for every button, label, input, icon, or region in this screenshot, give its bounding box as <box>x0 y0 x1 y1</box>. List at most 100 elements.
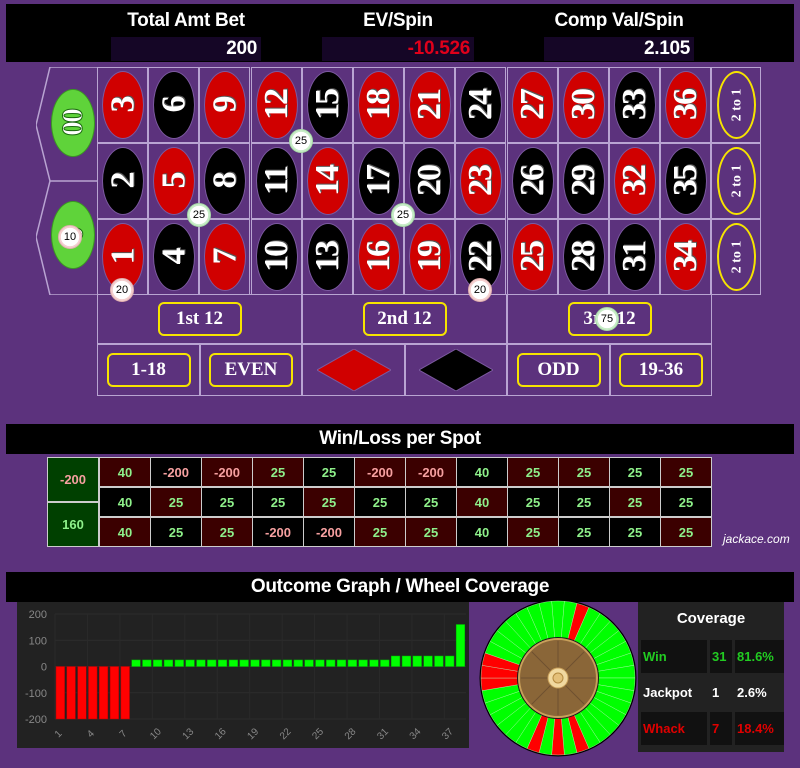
bet-spot-10[interactable]: 10 <box>250 219 302 295</box>
bet-spot-28[interactable]: 28 <box>557 219 609 295</box>
x-tick-label: 22 <box>278 726 294 742</box>
winloss-cell-7: 25 <box>202 518 252 546</box>
bet-spot-3[interactable]: 3 <box>97 67 148 143</box>
bet-spot-14[interactable]: 14 <box>301 143 353 219</box>
bet-spot-16[interactable]: 16 <box>353 219 404 295</box>
bet-spot-29[interactable]: 29 <box>557 143 609 219</box>
y-tick-label: 100 <box>29 635 47 647</box>
chip[interactable]: 20 <box>468 278 492 302</box>
number-label: 15 <box>308 90 346 120</box>
bet-spot-4[interactable]: 4 <box>148 219 200 295</box>
stats-header: Total Amt Bet 200 EV/Spin -10.526 Comp V… <box>6 4 794 62</box>
number-oval: 5 <box>153 147 196 215</box>
x-tick-label: 25 <box>310 726 326 742</box>
number-label: 20 <box>411 166 449 196</box>
winloss-cell-6: -200 <box>151 458 201 486</box>
winloss-cell-22: 40 <box>457 518 507 546</box>
bet-spot-30[interactable]: 30 <box>557 67 609 143</box>
number-oval: 9 <box>204 71 247 139</box>
number-oval: 35 <box>665 147 708 215</box>
winloss-cell-14: 25 <box>304 488 354 516</box>
number-oval: 4 <box>153 223 196 291</box>
bar-17 <box>228 659 238 667</box>
bet-spot-35[interactable]: 35 <box>660 143 712 219</box>
bar-1 <box>55 666 65 720</box>
number-oval: 27 <box>511 71 554 139</box>
bet-column-1[interactable]: 2 to 1 <box>711 219 762 295</box>
winloss-grid: -200 160 40 -200 -200 25 25 -200 -200 40 25 25 25 2… <box>47 457 712 547</box>
bet-spot-23[interactable]: 23 <box>455 143 507 219</box>
number-label: 9 <box>206 97 244 113</box>
odd-label: ODD <box>516 353 601 387</box>
bet-spot-13[interactable]: 13 <box>301 219 353 295</box>
winloss-cell-0: 160 <box>48 503 98 546</box>
bet-spot-11[interactable]: 11 <box>250 143 302 219</box>
bet-spot-18[interactable]: 18 <box>353 67 404 143</box>
coverage-table: Coverage Win 31 81.6% Jackpot 1 2.6% Wha… <box>638 602 784 752</box>
number-label: 36 <box>667 90 705 120</box>
bet-spot-31[interactable]: 31 <box>609 219 660 295</box>
bet-1st-12[interactable]: 1st 12 <box>97 294 302 344</box>
chip[interactable]: 20 <box>110 278 134 302</box>
bet-even[interactable]: EVEN <box>200 344 302 396</box>
winloss-cell-5: 25 <box>151 488 201 516</box>
bet-spot-6[interactable]: 6 <box>148 67 200 143</box>
bet-black[interactable] <box>405 344 507 396</box>
chip[interactable]: 25 <box>289 129 313 153</box>
bet-spot-00[interactable]: 00 <box>36 67 100 181</box>
bet-spot-7[interactable]: 7 <box>199 219 251 295</box>
bet-spot-9[interactable]: 9 <box>199 67 251 143</box>
bet-spot-26[interactable]: 26 <box>506 143 558 219</box>
bet-1-18[interactable]: 1-18 <box>97 344 200 396</box>
number-oval: 19 <box>409 223 452 291</box>
bet-odd[interactable]: ODD <box>507 344 610 396</box>
number-oval: 15 <box>306 71 349 139</box>
bet-column-2[interactable]: 2 to 1 <box>711 143 762 219</box>
chip[interactable]: 25 <box>187 203 211 227</box>
low-label: 1-18 <box>106 353 191 387</box>
bet-spot-33[interactable]: 33 <box>609 67 660 143</box>
number-label: 28 <box>564 242 602 272</box>
bet-spot-19[interactable]: 19 <box>404 219 456 295</box>
winloss-cell-32: 25 <box>610 488 660 516</box>
x-tick-label: 7 <box>118 728 130 740</box>
winloss-cell-35: 25 <box>661 488 711 516</box>
bet-19-36[interactable]: 19-36 <box>610 344 712 396</box>
number-oval-00: 00 <box>51 89 95 157</box>
hub-spindle-center <box>552 672 564 684</box>
winloss-cell-29: 25 <box>559 488 609 516</box>
outcome-chart: 200 100 0 -100 -200 1 4 7 10 13 16 19 22 25 28 31 34 37 <box>25 609 466 742</box>
bet-column-3[interactable]: 2 to 1 <box>711 67 762 143</box>
number-label: 8 <box>206 173 244 189</box>
bet-spot-34[interactable]: 34 <box>660 219 712 295</box>
bet-spot-24[interactable]: 24 <box>455 67 507 143</box>
winloss-cell-9: -200 <box>202 458 252 486</box>
number-oval: 36 <box>665 71 708 139</box>
bar-22 <box>282 659 292 667</box>
bar-25 <box>315 659 325 667</box>
bet-spot-27[interactable]: 27 <box>506 67 558 143</box>
bar-37 <box>445 655 455 667</box>
bet-spot-36[interactable]: 36 <box>660 67 712 143</box>
bet-spot-32[interactable]: 32 <box>609 143 660 219</box>
x-tick-label: 34 <box>408 726 424 742</box>
x-tick-label: 37 <box>440 726 456 742</box>
winloss-cell-13: -200 <box>304 518 354 546</box>
watermark[interactable]: jackace.com <box>723 532 790 546</box>
bet-spot-25[interactable]: 25 <box>506 219 558 295</box>
y-tick-label: 0 <box>41 662 47 674</box>
bar-18 <box>239 659 249 667</box>
chip[interactable]: 10 <box>58 225 82 249</box>
bet-red[interactable] <box>302 344 405 396</box>
bar-16 <box>217 659 228 667</box>
chip[interactable]: 75 <box>595 307 619 331</box>
winloss-cell-1: 40 <box>100 518 150 546</box>
winloss-cell-8: 25 <box>202 488 252 516</box>
chip[interactable]: 25 <box>391 203 415 227</box>
number-label: 32 <box>616 166 653 196</box>
coverage-count: 1 <box>712 685 720 700</box>
bet-spot-21[interactable]: 21 <box>404 67 456 143</box>
bar-9 <box>142 659 152 667</box>
bet-spot-2[interactable]: 2 <box>97 143 148 219</box>
coverage-count: 7 <box>710 712 732 745</box>
